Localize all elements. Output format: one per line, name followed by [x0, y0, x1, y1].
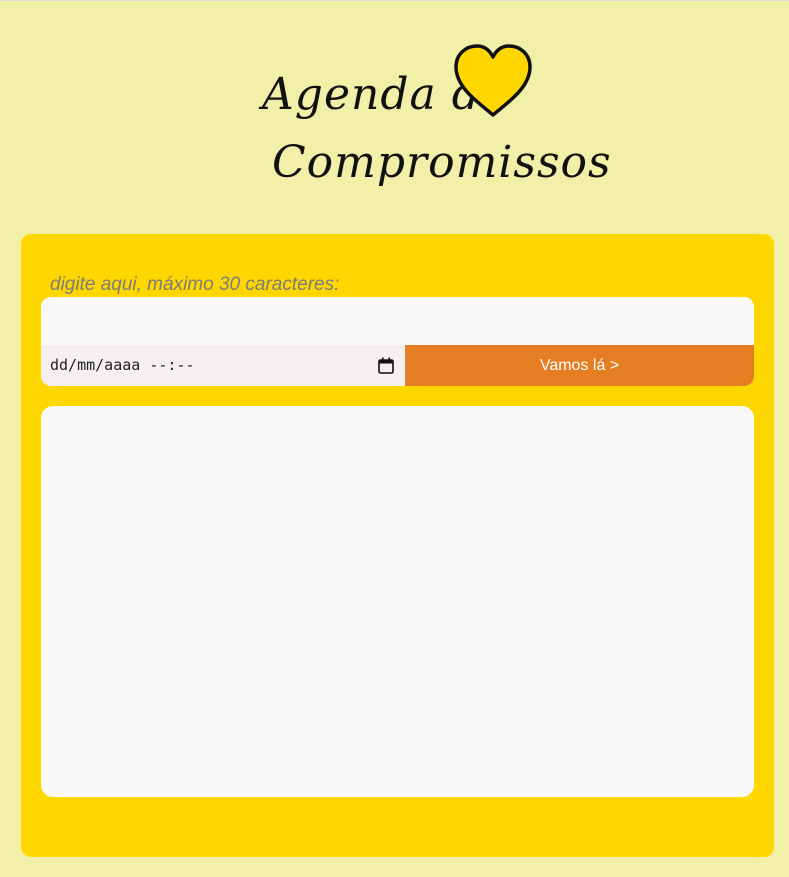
page-header: Agenda de Compromissos: [0, 41, 789, 201]
task-input[interactable]: [41, 297, 754, 345]
datetime-input[interactable]: dd/mm/aaaa --:--: [41, 345, 405, 386]
task-hint-label: digite aqui, máximo 30 caracteres:: [50, 274, 340, 295]
appointments-list: [41, 406, 754, 797]
page-title-line2: Compromissos: [272, 137, 612, 188]
datetime-placeholder: dd/mm/aaaa --:--: [50, 356, 195, 374]
submit-button[interactable]: Vamos lá >: [405, 345, 754, 386]
agenda-card: digite aqui, máximo 30 caracteres: dd/mm…: [21, 234, 774, 857]
calendar-icon[interactable]: [378, 357, 394, 374]
heart-icon: [454, 44, 532, 117]
